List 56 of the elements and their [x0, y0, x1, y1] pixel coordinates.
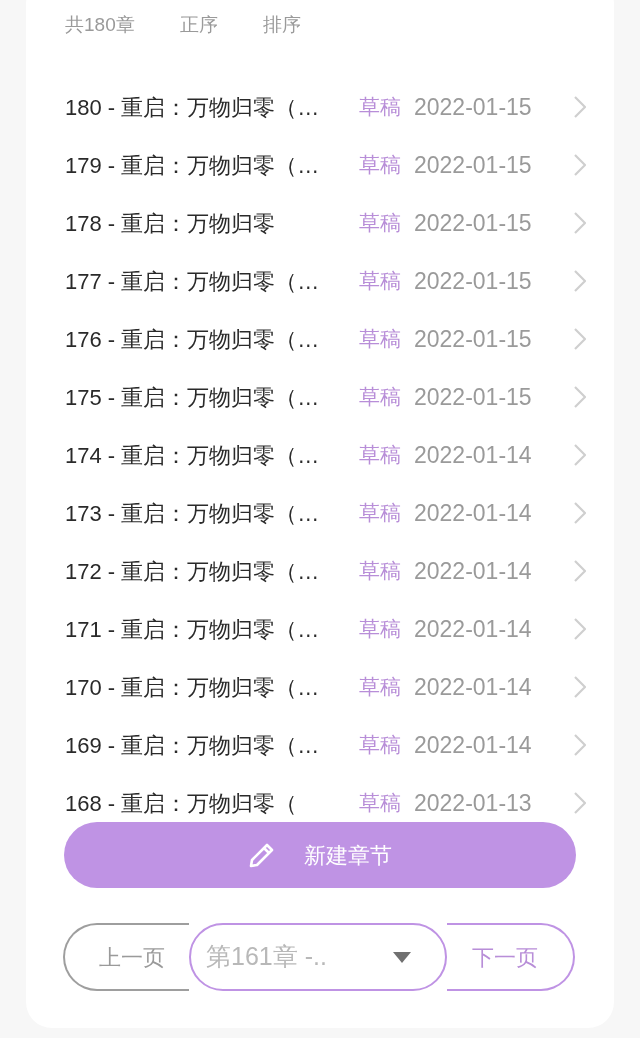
draft-status: 草稿	[359, 732, 402, 759]
chapter-date: 2022-01-14	[414, 498, 533, 528]
chevron-right-icon	[574, 270, 586, 292]
chapter-date: 2022-01-14	[414, 440, 533, 470]
draft-status: 草稿	[359, 152, 402, 179]
chevron-right-icon	[574, 502, 586, 524]
chevron-right-icon	[574, 328, 586, 350]
chapter-title[interactable]: 174 - 重启：万物归零（…	[65, 438, 359, 472]
pencil-icon	[248, 841, 276, 869]
chapter-title[interactable]: 178 - 重启：万物归零	[65, 206, 359, 240]
select-value: 第161章 -..	[206, 941, 328, 973]
draft-status: 草稿	[359, 500, 402, 527]
chapter-date: 2022-01-15	[414, 266, 533, 296]
chapter-title[interactable]: 173 - 重启：万物归零（…	[65, 496, 359, 530]
chapter-date: 2022-01-15	[414, 92, 533, 122]
chapter-title[interactable]: 175 - 重启：万物归零（…	[65, 380, 359, 414]
draft-status: 草稿	[359, 790, 402, 817]
chevron-right-icon	[574, 212, 586, 234]
draft-status: 草稿	[359, 326, 402, 353]
chapter-date: 2022-01-15	[414, 208, 533, 238]
chapter-date: 2022-01-13	[414, 788, 533, 818]
chapter-count: 共180章	[65, 12, 135, 37]
chevron-right-icon	[574, 154, 586, 176]
chevron-right-icon	[574, 560, 586, 582]
chapter-title[interactable]: 170 - 重启：万物归零（…	[65, 670, 359, 704]
chevron-right-icon	[574, 444, 586, 466]
chevron-right-icon	[574, 386, 586, 408]
chapter-title[interactable]: 169 - 重启：万物归零（…	[65, 728, 359, 762]
chapter-date: 2022-01-15	[414, 382, 533, 412]
chevron-right-icon	[574, 618, 586, 640]
chapter-title[interactable]: 171 - 重启：万物归零（…	[65, 612, 359, 646]
chapter-title[interactable]: 180 - 重启：万物归零（…	[65, 90, 359, 124]
chapter-title[interactable]: 176 - 重启：万物归零（…	[65, 322, 359, 356]
chapter-title[interactable]: 172 - 重启：万物归零（…	[65, 554, 359, 588]
dropdown-caret-icon	[393, 951, 411, 963]
chevron-right-icon	[574, 676, 586, 698]
chapter-date: 2022-01-14	[414, 730, 533, 760]
chapter-date: 2022-01-14	[414, 556, 533, 586]
chapter-date: 2022-01-15	[414, 324, 533, 354]
draft-status: 草稿	[359, 268, 402, 295]
chevron-right-icon	[574, 96, 586, 118]
draft-status: 草稿	[359, 210, 402, 237]
draft-status: 草稿	[359, 442, 402, 469]
chapter-title[interactable]: 179 - 重启：万物归零（…	[65, 148, 359, 182]
draft-status: 草稿	[359, 384, 402, 411]
chevron-right-icon	[574, 734, 586, 756]
chapter-date: 2022-01-14	[414, 672, 533, 702]
draft-status: 草稿	[359, 616, 402, 643]
chapter-date: 2022-01-15	[414, 150, 533, 180]
chapter-title[interactable]: 168 - 重启：万物归零（	[65, 786, 359, 820]
draft-status: 草稿	[359, 94, 402, 121]
chapter-date: 2022-01-14	[414, 614, 533, 644]
draft-status: 草稿	[359, 558, 402, 585]
chapter-title[interactable]: 177 - 重启：万物归零（…	[65, 264, 359, 298]
draft-status: 草稿	[359, 674, 402, 701]
chevron-right-icon	[574, 792, 586, 814]
